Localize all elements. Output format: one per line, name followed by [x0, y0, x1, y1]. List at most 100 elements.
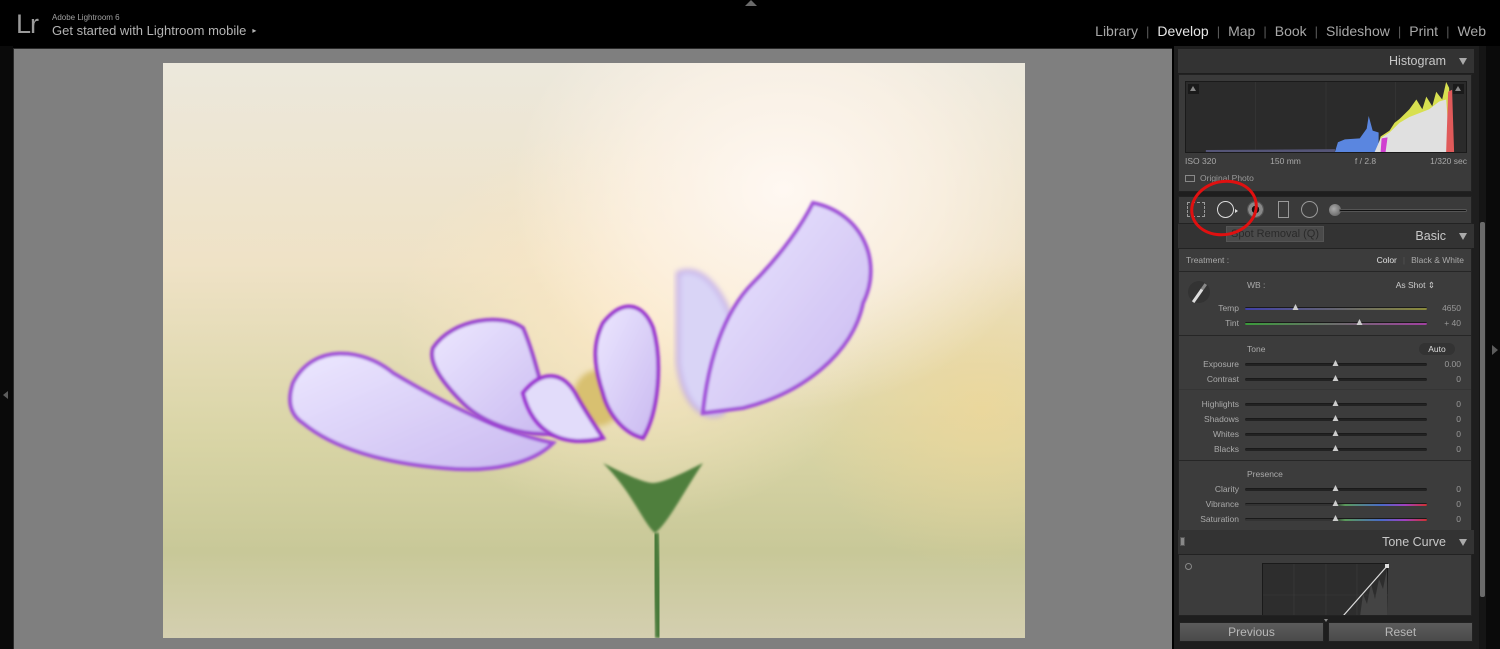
collapse-triangle-icon[interactable] [1459, 233, 1467, 240]
basic-header[interactable]: Basic [1178, 224, 1474, 248]
previous-button[interactable]: Previous [1179, 622, 1324, 642]
slider-thumb[interactable] [1332, 515, 1339, 521]
blacks-label: Blacks [1213, 444, 1239, 454]
module-print[interactable]: Print [1401, 23, 1446, 39]
collapse-triangle-icon[interactable] [1459, 58, 1467, 65]
blacks-value[interactable]: 0 [1421, 444, 1461, 454]
basic-panel: Treatment : Color | Black & White WB : A… [1178, 248, 1472, 532]
clarity-slider[interactable] [1245, 485, 1427, 491]
vibrance-slider[interactable] [1245, 500, 1427, 506]
tone-label: Tone [1247, 344, 1266, 354]
slider-thumb[interactable] [1332, 415, 1339, 421]
whites-value[interactable]: 0 [1421, 429, 1461, 439]
module-picker: Library | Develop | Map | Book | Slidesh… [1087, 23, 1494, 39]
top-panel-toggle-icon[interactable] [745, 0, 757, 6]
temp-value[interactable]: 4650 [1421, 303, 1461, 313]
slider-thumb[interactable] [1332, 375, 1339, 381]
tool-slider[interactable] [1339, 209, 1467, 212]
module-map[interactable]: Map [1220, 23, 1263, 39]
flower-sepals [603, 463, 703, 533]
vibrance-value[interactable]: 0 [1421, 499, 1461, 509]
module-library[interactable]: Library [1087, 23, 1146, 39]
collapse-triangle-icon[interactable] [1459, 539, 1467, 546]
tool-strip [1178, 196, 1472, 224]
histogram-shadows [1205, 149, 1335, 152]
highlights-slider[interactable] [1245, 400, 1427, 406]
contrast-value[interactable]: 0 [1421, 374, 1461, 384]
exposure-slider[interactable] [1245, 360, 1427, 366]
slider-thumb[interactable] [1332, 485, 1339, 491]
slider-thumb[interactable] [1332, 400, 1339, 406]
tone-curve-header[interactable]: Tone Curve [1178, 530, 1474, 554]
basic-title: Basic [1415, 229, 1446, 243]
auto-tone-button[interactable]: Auto [1419, 343, 1455, 355]
shadow-clipping-toggle[interactable] [1188, 84, 1199, 94]
slider-thumb[interactable] [1332, 430, 1339, 436]
tone-curve-svg [1263, 564, 1389, 615]
histogram-blue [1334, 116, 1379, 152]
original-photo-label: Original Photo [1200, 173, 1254, 183]
tone-curve-graph[interactable] [1262, 563, 1389, 615]
saturation-value[interactable]: 0 [1421, 514, 1461, 524]
slider-thumb[interactable] [1332, 500, 1339, 506]
wb-select[interactable]: As Shot ⇕ [1396, 280, 1435, 291]
blacks-slider[interactable] [1245, 445, 1427, 451]
panel-switch-icon[interactable] [1180, 537, 1185, 546]
left-panel-toggle-icon[interactable] [3, 391, 8, 399]
target-adjustment-icon[interactable] [1185, 563, 1192, 570]
highlights-value[interactable]: 0 [1421, 399, 1461, 409]
checkbox-icon[interactable] [1185, 174, 1195, 182]
histogram-header[interactable]: Histogram [1178, 49, 1474, 73]
slider-thumb[interactable] [1292, 304, 1299, 310]
module-slideshow[interactable]: Slideshow [1318, 23, 1398, 39]
module-develop[interactable]: Develop [1149, 23, 1216, 39]
exposure-label: Exposure [1203, 359, 1239, 369]
whites-slider[interactable] [1245, 430, 1427, 436]
clarity-label: Clarity [1214, 484, 1239, 494]
temp-slider[interactable] [1245, 304, 1427, 310]
temp-label: Temp [1218, 303, 1239, 313]
treatment-bw[interactable]: Black & White [1411, 255, 1464, 265]
identity-plate-label: Get started with Lightroom mobile [52, 23, 247, 38]
crop-overlay-icon[interactable] [1187, 202, 1205, 217]
reset-button[interactable]: Reset [1328, 622, 1473, 642]
contrast-label: Contrast [1206, 374, 1239, 384]
treatment-color[interactable]: Color [1377, 255, 1397, 265]
scrollbar-thumb[interactable] [1480, 222, 1485, 597]
exif-iso: ISO 320 [1185, 156, 1217, 166]
exif-info: ISO 320 150 mm f / 2.8 1/320 sec [1185, 156, 1467, 166]
highlight-clipping-toggle[interactable] [1453, 84, 1464, 94]
tint-slider[interactable] [1245, 319, 1427, 325]
exif-focal-length: 150 mm [1270, 156, 1301, 166]
top-bar: Lr Adobe Lightroom 6 Get started with Li… [0, 0, 1500, 46]
saturation-slider[interactable] [1245, 515, 1427, 521]
tool-tooltip: Spot Removal (Q) [1226, 226, 1325, 242]
image-canvas[interactable] [13, 48, 1172, 649]
right-panel-toggle-icon[interactable] [1492, 345, 1498, 355]
clarity-value[interactable]: 0 [1421, 484, 1461, 494]
photo-preview[interactable] [163, 63, 1025, 638]
shadows-slider[interactable] [1245, 415, 1427, 421]
graduated-filter-icon[interactable] [1278, 201, 1289, 218]
exposure-value[interactable]: 0.00 [1421, 359, 1461, 369]
curve-point[interactable] [1385, 564, 1389, 568]
divider [1179, 389, 1471, 390]
histogram-plot[interactable] [1185, 81, 1467, 153]
tint-value[interactable]: + 40 [1421, 318, 1461, 328]
slider-thumb[interactable] [1356, 319, 1363, 325]
slider-thumb[interactable] [1332, 445, 1339, 451]
treatment-label: Treatment : [1186, 255, 1230, 265]
original-photo-toggle[interactable]: Original Photo [1185, 173, 1254, 183]
module-book[interactable]: Book [1267, 23, 1315, 39]
spot-removal-icon[interactable] [1217, 201, 1234, 218]
module-web[interactable]: Web [1449, 23, 1494, 39]
histogram-title: Histogram [1389, 54, 1446, 68]
identity-plate[interactable]: Get started with Lightroom mobile ▸ [52, 23, 256, 38]
shadows-value[interactable]: 0 [1421, 414, 1461, 424]
slider-thumb[interactable] [1332, 360, 1339, 366]
radial-filter-icon[interactable] [1301, 201, 1318, 218]
wb-eyedropper-icon[interactable] [1188, 281, 1210, 303]
flower-image [288, 200, 873, 638]
contrast-slider[interactable] [1245, 375, 1427, 381]
red-eye-icon[interactable] [1247, 201, 1264, 218]
